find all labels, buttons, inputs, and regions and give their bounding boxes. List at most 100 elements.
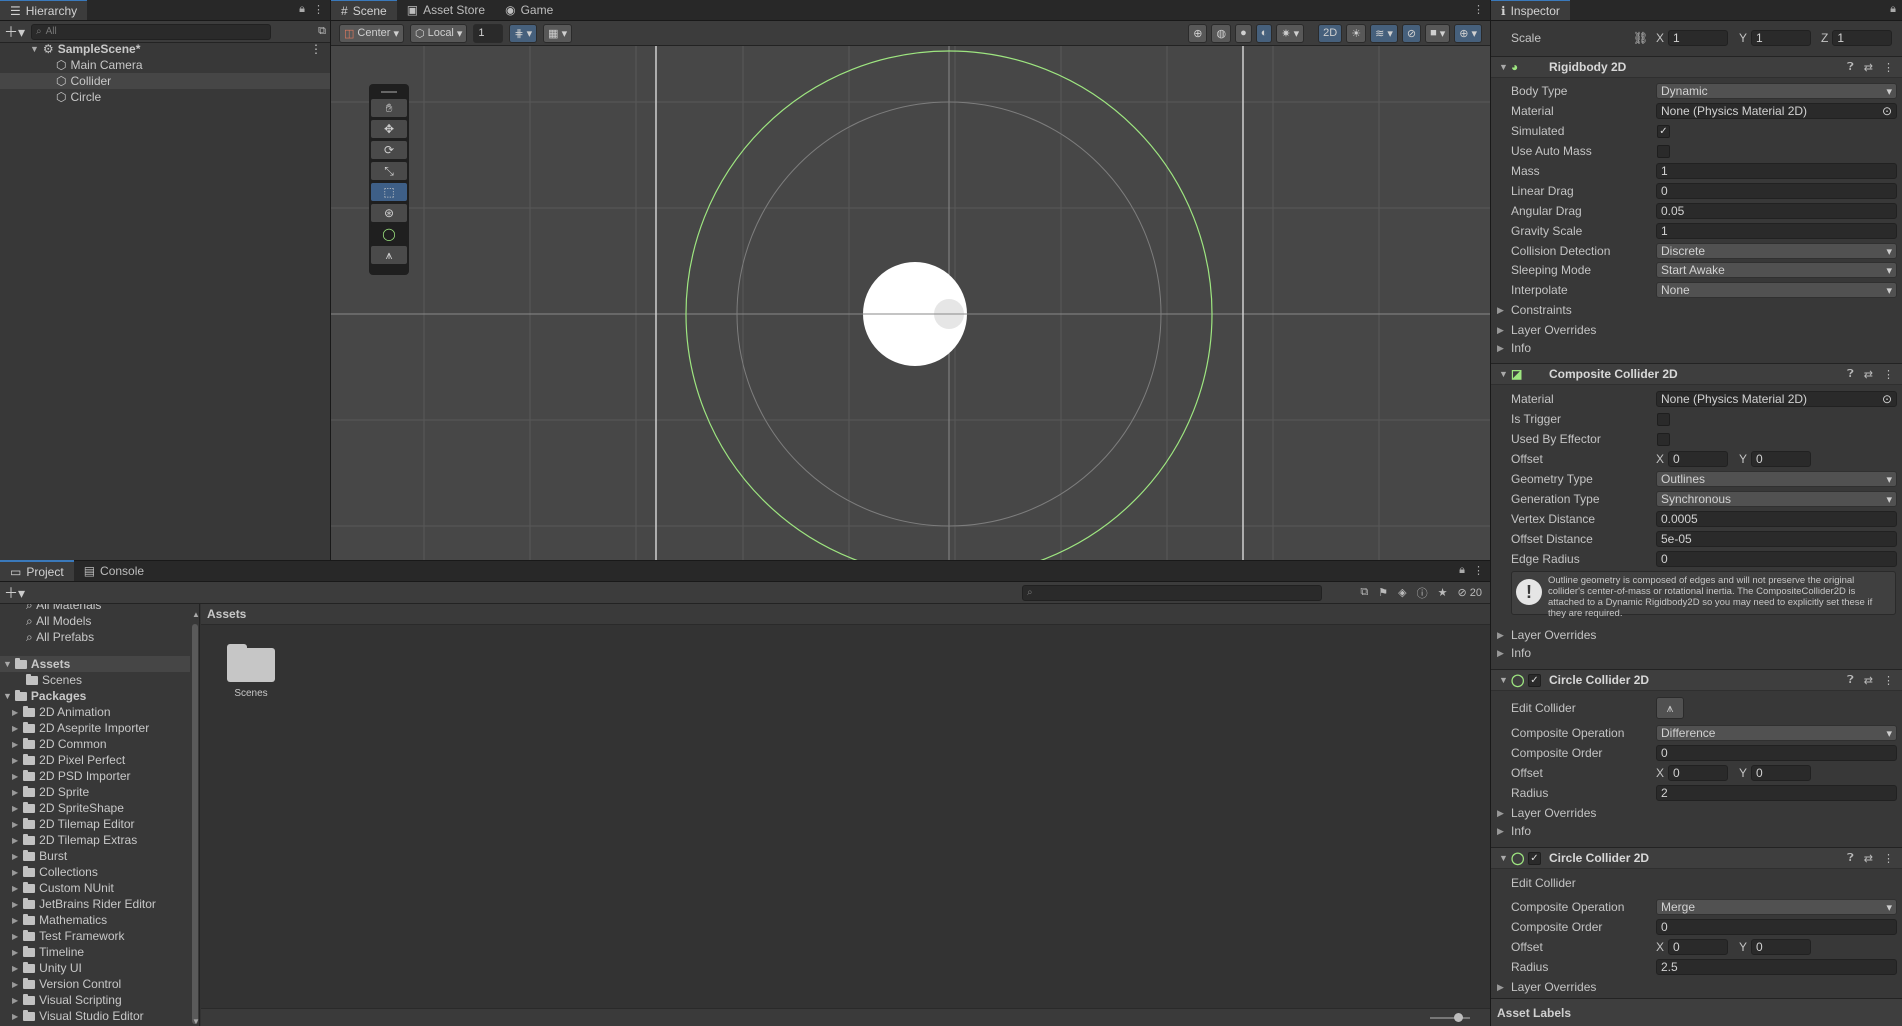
create-button[interactable]: ＋▾ [4, 583, 25, 603]
asset-tile-scenes[interactable]: Scenes [221, 642, 281, 699]
help-icon[interactable]: ❓︎ [1847, 852, 1854, 865]
collapse-arrow-icon[interactable]: ▼ [1499, 675, 1508, 685]
drag-grip[interactable] [381, 91, 397, 93]
offset-x-field[interactable]: 0 [1668, 451, 1729, 467]
hidden-objects-toggle[interactable]: ⊘ [1401, 23, 1422, 43]
rect-tool-button[interactable]: ⬚ [371, 183, 407, 201]
composite-collider-header[interactable]: ▼ ◪ Composite Collider 2D ❓︎ ⇄ ⋮ [1491, 363, 1902, 385]
collapse-arrow-icon[interactable]: ▼ [1499, 62, 1508, 72]
orientation-gizmo-button[interactable]: ⊕ [1188, 23, 1208, 43]
more-menu-icon[interactable]: ⋮ [1473, 564, 1484, 577]
breadcrumb-assets[interactable]: Assets [207, 607, 246, 621]
tree-package-item[interactable]: ▶ 2D Pixel Perfect [12, 752, 125, 768]
circle-collider-1-header[interactable]: ▼ ◯ ✓ Circle Collider 2D ❓︎ ⇄ ⋮ [1491, 669, 1902, 691]
more-menu-icon[interactable]: ⋮ [1473, 3, 1484, 16]
layer-overrides-foldout[interactable]: ▶ Layer Overrides [1491, 321, 1902, 339]
tree-package-item[interactable]: ▶ Burst [12, 848, 67, 864]
tree-package-item[interactable]: ▶ Visual Studio Editor [12, 1008, 144, 1024]
tree-packages[interactable]: ▼ Packages [0, 688, 86, 704]
linear-drag-field[interactable]: 0 [1656, 183, 1897, 199]
component-enabled-checkbox[interactable]: ✓ [1528, 851, 1541, 865]
hidden-packages-toggle[interactable]: ⊘ 20 [1457, 586, 1482, 599]
angular-drag-field[interactable]: 0.05 [1656, 203, 1897, 219]
scale-y-field[interactable]: 1 [1751, 30, 1812, 46]
offset-x-field[interactable]: 0 [1668, 765, 1729, 781]
rotate-tool-button[interactable]: ⟳ [371, 141, 407, 159]
expand-arrow-icon[interactable]: ▶ [12, 964, 18, 973]
hierarchy-item-collider[interactable]: ⬡ Collider [0, 73, 330, 89]
lighting-toggle[interactable]: ☀ [1346, 23, 1367, 43]
collapse-arrow-icon[interactable]: ▼ [1499, 853, 1508, 863]
tree-package-item[interactable]: ▶ 2D SpriteShape [12, 800, 124, 816]
search-by-type-icon[interactable]: ⧉ [1360, 586, 1368, 599]
expand-arrow-icon[interactable]: ▶ [12, 980, 18, 989]
scroll-up-icon[interactable]: ▲ [192, 610, 199, 619]
object-picker-icon[interactable]: ⊙ [1882, 104, 1892, 118]
tree-package-item[interactable]: ▶ Version Control [12, 976, 121, 992]
gizmos-dropdown[interactable]: ⊕ ▾ [1454, 23, 1482, 43]
tab-hierarchy[interactable]: ☰ Hierarchy [0, 0, 88, 20]
expand-arrow-icon[interactable]: ▶ [12, 932, 18, 941]
shading-solid-button[interactable]: ● [1235, 23, 1252, 43]
edit-collider-tool-button[interactable]: ◯ [371, 225, 407, 243]
circle1-info-foldout[interactable]: ▶ Info [1491, 822, 1902, 840]
expand-arrow-icon[interactable]: ▶ [12, 836, 18, 845]
icon-size-slider[interactable] [1430, 1013, 1470, 1022]
composite-operation-dropdown[interactable]: Difference [1656, 725, 1897, 741]
object-picker-icon[interactable]: ⊙ [1882, 392, 1892, 406]
presets-icon[interactable]: ⇄ [1864, 674, 1873, 687]
collapse-arrow-icon[interactable]: ▼ [1499, 369, 1508, 379]
tree-package-item[interactable]: ▶ Test Framework [12, 928, 125, 944]
tree-package-item[interactable]: ▶ Timeline [12, 944, 84, 960]
expand-arrow-icon[interactable]: ▶ [12, 916, 18, 925]
tree-package-item[interactable]: ▶ 2D Common [12, 736, 107, 752]
offset-y-field[interactable]: 0 [1751, 939, 1812, 955]
scale-z-field[interactable]: 1 [1832, 30, 1893, 46]
expand-arrow-icon[interactable]: ▶ [12, 852, 18, 861]
filter-type-icon[interactable]: ⚑ [1378, 586, 1388, 599]
tree-package-item[interactable]: ▶ 2D Tilemap Editor [12, 816, 135, 832]
label-tag-icon[interactable]: ◈ [1398, 586, 1406, 599]
composite-layer-overrides-foldout[interactable]: ▶ Layer Overrides [1491, 626, 1902, 644]
expand-arrow-icon[interactable]: ▶ [12, 724, 18, 733]
transform-tool-button[interactable]: ⊛ [371, 204, 407, 222]
scene-row[interactable]: ▼ ⚙ SampleScene* ⋮ [0, 41, 330, 57]
hierarchy-item-circle[interactable]: ⬡ Circle [0, 89, 330, 105]
scale-tool-button[interactable]: ⤡ [371, 162, 407, 180]
used-by-effector-checkbox[interactable] [1657, 432, 1670, 446]
generation-type-dropdown[interactable]: Synchronous [1656, 491, 1897, 507]
info-foldout[interactable]: ▶ Info [1491, 339, 1902, 357]
tree-package-item[interactable]: ▶ 2D Tilemap Extras [12, 832, 137, 848]
radius-field[interactable]: 2.5 [1656, 959, 1897, 975]
help-icon[interactable]: ❓︎ [1847, 674, 1854, 687]
scene-visibility-icon[interactable]: ⧉ [318, 25, 326, 38]
scene-viewport[interactable]: ✋︎ ✥ ⟳ ⤡ ⬚ ⊛ ◯ ⩚ [331, 46, 1490, 560]
sleeping-mode-dropdown[interactable]: Start Awake [1656, 262, 1897, 278]
asset-labels-bar[interactable]: Asset Labels [1491, 998, 1902, 1026]
tab-scene[interactable]: # Scene [331, 0, 397, 20]
favorite-all-prefabs[interactable]: ⌕ All Prefabs [26, 629, 94, 645]
audio-effects-dropdown[interactable]: ≋ ▾ [1370, 23, 1398, 43]
expand-arrow-icon[interactable]: ▶ [12, 708, 18, 717]
tab-asset-store[interactable]: ▣ Asset Store [397, 0, 495, 20]
shading-wireframe-button[interactable]: ◍ [1211, 23, 1232, 43]
tree-package-item[interactable]: ▶ 2D PSD Importer [12, 768, 131, 784]
tree-package-item[interactable]: ▶ 2D Sprite [12, 784, 89, 800]
mode-2d-toggle[interactable]: 2D [1318, 23, 1343, 43]
tree-package-item[interactable]: ▶ 2D Aseprite Importer [12, 720, 149, 736]
vertex-distance-field[interactable]: 0.0005 [1656, 511, 1897, 527]
shading-shaded-button[interactable]: ◐ [1255, 23, 1273, 43]
offset-distance-field[interactable]: 5e-05 [1656, 531, 1897, 547]
tab-console[interactable]: ▤ Console [74, 560, 154, 581]
composite-info-foldout[interactable]: ▶ Info [1491, 644, 1902, 662]
material-object-field[interactable]: None (Physics Material 2D) ⊙ [1656, 103, 1897, 119]
expand-arrow-icon[interactable]: ▼ [30, 44, 39, 54]
composite-material-field[interactable]: None (Physics Material 2D) ⊙ [1656, 391, 1897, 407]
gravity-scale-field[interactable]: 1 [1656, 223, 1897, 239]
move-tool-button[interactable]: ✥ [371, 120, 407, 138]
circle2-layer-overrides-foldout[interactable]: ▶ Layer Overrides [1491, 978, 1902, 996]
tab-project[interactable]: ▭ Project [0, 560, 74, 581]
expand-arrow-icon[interactable]: ▶ [12, 948, 18, 957]
expand-arrow-icon[interactable]: ▶ [12, 1012, 18, 1021]
offset-y-field[interactable]: 0 [1751, 765, 1812, 781]
